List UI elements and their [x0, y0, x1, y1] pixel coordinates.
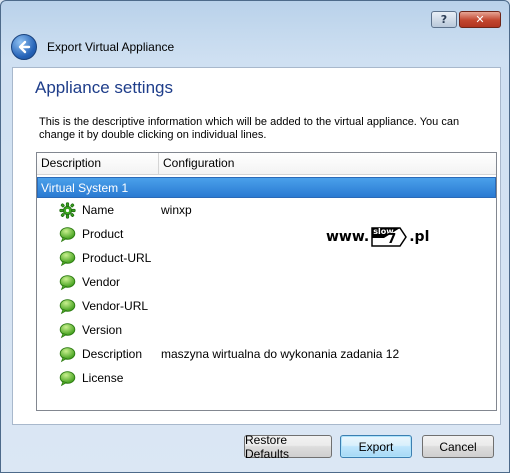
export-button[interactable]: Export	[340, 435, 412, 458]
table-row[interactable]: Name winxp	[37, 198, 496, 222]
wizard-header: Export Virtual Appliance	[11, 34, 174, 60]
table-row[interactable]: Product-URL	[37, 246, 496, 270]
table-row[interactable]: Vendor	[37, 270, 496, 294]
gear-icon	[59, 201, 76, 219]
watermark-badge: slow 7	[370, 226, 408, 248]
column-header-configuration[interactable]: Configuration	[159, 153, 496, 174]
description-cell: Product-URL	[37, 250, 161, 267]
configuration-value[interactable]: maszyna wirtualna do wykonania zadania 1…	[161, 347, 399, 361]
virtual-system-row[interactable]: Virtual System 1	[37, 177, 496, 198]
watermark: www. slow 7 .pl	[326, 226, 429, 248]
appliance-settings-table[interactable]: Description Configuration Virtual System…	[36, 152, 497, 411]
table-row[interactable]: Version	[37, 318, 496, 342]
speech-bubble-icon	[59, 250, 76, 267]
close-button[interactable]: ✕	[459, 11, 501, 28]
table-header: Description Configuration	[37, 153, 496, 175]
description-cell: Name	[37, 201, 161, 219]
configuration-value[interactable]: winxp	[161, 203, 192, 217]
table-row[interactable]: License	[37, 366, 496, 390]
row-label: License	[82, 371, 124, 385]
row-label: Version	[82, 323, 123, 337]
description-cell: Description	[37, 346, 161, 363]
description-cell: Version	[37, 322, 161, 339]
speech-bubble-icon	[59, 322, 76, 339]
row-label: Description	[82, 347, 143, 361]
cancel-button[interactable]: Cancel	[422, 435, 494, 458]
row-label: Vendor	[82, 275, 121, 289]
back-button[interactable]	[11, 34, 37, 60]
watermark-badge-digit: 7	[387, 232, 397, 247]
description-cell: Product	[37, 226, 161, 243]
title-bar-buttons: ? ✕	[431, 11, 501, 28]
watermark-prefix: www.	[326, 229, 370, 245]
column-header-description[interactable]: Description	[37, 153, 159, 174]
help-button[interactable]: ?	[431, 11, 457, 28]
table-row[interactable]: Description maszyna wirtualna do wykonani…	[37, 342, 496, 366]
description-cell: Vendor	[37, 274, 161, 291]
page-description: This is the descriptive information whic…	[39, 116, 460, 141]
row-label: Name	[82, 203, 115, 217]
row-label: Product	[82, 227, 124, 241]
row-label: Product-URL	[82, 251, 152, 265]
speech-bubble-icon	[59, 370, 76, 387]
speech-bubble-icon	[59, 274, 76, 291]
description-cell: License	[37, 370, 161, 387]
table-row[interactable]: Vendor-URL	[37, 294, 496, 318]
row-label: Vendor-URL	[82, 299, 149, 313]
speech-bubble-icon	[59, 298, 76, 315]
restore-defaults-button[interactable]: Restore Defaults	[244, 433, 332, 461]
page-title: Appliance settings	[35, 78, 173, 97]
wizard-title: Export Virtual Appliance	[47, 40, 175, 54]
speech-bubble-icon	[59, 346, 76, 363]
speech-bubble-icon	[59, 226, 76, 243]
export-appliance-window: ? ✕ Export Virtual Appliance Appliance s…	[0, 0, 510, 473]
description-cell: Vendor-URL	[37, 298, 161, 315]
back-arrow-icon	[18, 40, 31, 54]
watermark-suffix: .pl	[409, 229, 430, 245]
